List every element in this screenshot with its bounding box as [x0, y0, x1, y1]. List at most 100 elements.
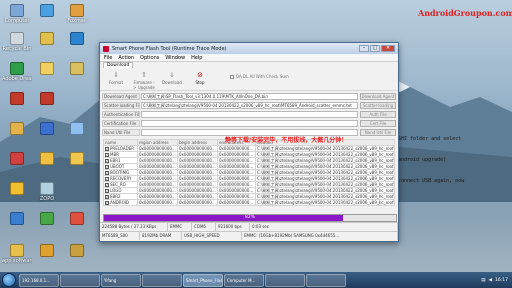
taskbar-item[interactable]: Computer M... [224, 273, 264, 287]
folder-icon [10, 122, 24, 135]
table-row[interactable]: ✓PRELOADER 0x00000000000... 0x00000000000.… [103, 145, 395, 152]
desktop-icon-zopo[interactable]: ZOPO [32, 182, 62, 202]
tab-strip: Download [100, 62, 398, 69]
table-row[interactable]: ✓RECOVERY 0x00000000000... 0x00000000000..… [103, 175, 395, 182]
form-row-scatter: Scatter-loading File C:\刷机工具\ztelang\zte… [100, 101, 398, 110]
desktop-icon[interactable] [62, 244, 92, 258]
taskbar-item[interactable] [306, 273, 346, 287]
menu-help[interactable]: Help [191, 54, 202, 61]
table-row[interactable]: ✓SEC_RO 0x00000000000... 0x00000000000... 0… [103, 181, 395, 188]
desktop-icon[interactable] [32, 4, 62, 18]
format-button[interactable]: ⇓ Format [104, 71, 128, 85]
end-address-cell: 0x0000000000... [217, 193, 256, 200]
table-row[interactable]: ✓LOGO 0x00000000000... 0x00000000000... 0x0… [103, 187, 395, 194]
desktop-icon-dreamweaver[interactable]: Adobe Dreamwea... [2, 62, 32, 82]
partition-checkbox[interactable]: ✓ [105, 177, 109, 181]
computer-icon [10, 4, 24, 17]
desktop-icon[interactable] [32, 244, 62, 258]
minimize-button[interactable]: – [359, 45, 369, 52]
desktop-icon[interactable] [32, 62, 62, 76]
cert-file-button[interactable]: Cert File [360, 120, 396, 127]
auth-file-field[interactable] [141, 111, 358, 118]
taskbar-item[interactable] [265, 273, 305, 287]
background-text: android upgrade) [398, 157, 447, 163]
desktop-icon[interactable] [2, 92, 32, 106]
partition-checkbox[interactable]: ✓ [105, 201, 109, 205]
partition-checkbox[interactable]: ✓ [105, 183, 109, 187]
menu-window[interactable]: Window [165, 54, 185, 61]
taskbar-item[interactable]: 192.168.0.1... [19, 273, 59, 287]
partition-checkbox[interactable]: ✓ [105, 195, 109, 199]
menu-options[interactable]: Options [140, 54, 159, 61]
stop-button[interactable]: ⊘ Stop [188, 71, 212, 85]
desktop-icon[interactable] [62, 32, 92, 46]
desktop-icon[interactable] [2, 212, 32, 226]
folder-icon [10, 244, 24, 257]
desktop-icon[interactable] [62, 152, 92, 166]
partition-checkbox[interactable]: ✓ [105, 189, 109, 193]
close-button[interactable]: ✕ [381, 45, 395, 52]
firmware-upgrade-button[interactable]: ⇑ Firmware -> Upgrade [132, 71, 156, 90]
taskbar-item[interactable] [60, 273, 100, 287]
tab-download[interactable]: Download [103, 62, 134, 68]
desktop-icon[interactable] [62, 122, 92, 136]
desktop-icon[interactable] [32, 92, 62, 106]
window-titlebar[interactable]: Smart Phone Flash Tool (Runtime Trace Mo… [100, 43, 398, 54]
menu-action[interactable]: Action [118, 54, 134, 61]
download-icon: ↓ [169, 71, 175, 79]
table-row[interactable]: ✓MBR 0x00000000000... 0x00000000000... 0x00… [103, 151, 395, 158]
maximize-button[interactable]: □ [370, 45, 380, 52]
network-icon[interactable]: ▤ [481, 278, 485, 283]
table-row[interactable]: ✓UBOOT 0x00000000000... 0x00000000000... 0x… [103, 163, 395, 170]
cert-file-field[interactable] [141, 120, 358, 127]
desktop-icon-computer[interactable]: Computer [2, 4, 32, 24]
desktop-icon-app-software[interactable]: app software [2, 244, 32, 264]
auth-file-button[interactable]: Auth File [360, 111, 396, 118]
desktop-icon[interactable] [2, 152, 32, 166]
partition-checkbox[interactable]: ✓ [105, 171, 109, 175]
partition-checkbox[interactable]: ✓ [105, 153, 109, 157]
volume-icon[interactable]: ◀ [489, 278, 492, 283]
app-icon [70, 212, 84, 225]
desktop-icon[interactable] [62, 62, 92, 76]
menu-file[interactable]: File [104, 54, 112, 61]
partition-checkbox[interactable]: ✓ [105, 147, 109, 151]
app-icon [10, 212, 24, 225]
table-row[interactable]: ✓ANDROID 0x00000000000... 0x00000000000...… [103, 199, 395, 206]
desktop-icon[interactable] [2, 122, 32, 136]
begin-address-cell: 0x00000000000... [177, 169, 218, 176]
partition-checkbox[interactable]: ✓ [105, 159, 109, 163]
background-text: SHI folder and select [398, 136, 462, 142]
scatter-file-field[interactable]: C:\刷机工具\ztelang\ztelang\V9500-04.2013042… [141, 102, 358, 109]
location-cell: C:\刷机工具\ztelang\ztelang\V9500-04.2013042… [255, 193, 395, 200]
desktop-icon[interactable] [32, 152, 62, 166]
table-row[interactable]: ✓BOOTIMG 0x00000000000... 0x00000000000...… [103, 169, 395, 176]
toolbar: ⇓ Format ⇑ Firmware -> Upgrade ↓ Download ⊘… [100, 69, 398, 91]
taskbar-item[interactable] [142, 273, 182, 287]
desktop-icon[interactable] [32, 32, 62, 46]
taskbar-item-flash-tool[interactable]: Smart_Phone_Flash_Tool [183, 273, 223, 287]
status-usb: USB_HIGH_SPEED [182, 232, 242, 240]
download-agent-field[interactable]: C:\刷机工具\SP_Flash_Tool_v3.1304.0.119\MTK_… [141, 93, 358, 100]
download-button[interactable]: ↓ Download [160, 71, 184, 85]
desktop-icon[interactable] [2, 182, 32, 196]
desktop-icon[interactable] [32, 212, 62, 226]
table-row[interactable]: ✓EBR2 0x00000000000... 0x00000000000... 0x0… [103, 193, 395, 200]
start-button[interactable] [2, 273, 16, 287]
region-address-cell: 0x00000000000... [137, 199, 178, 206]
clock[interactable]: 16:17 [495, 278, 508, 283]
download-agent-button[interactable]: Download Agent [360, 93, 396, 100]
da-checksum-checkbox[interactable]: DA DL All With Check Sum [230, 74, 289, 79]
location-cell: C:\刷机工具\ztelang\ztelang\V9500-04.2013042… [255, 157, 395, 164]
region-address-cell: 0x00000000000... [137, 181, 178, 188]
desktop-icon-foxmail[interactable]: Foxmail [62, 4, 92, 24]
nand-util-button[interactable]: Nand Util File [360, 129, 396, 136]
partition-checkbox[interactable]: ✓ [105, 165, 109, 169]
desktop-icon-recycle-bin[interactable]: Recycle Bin [2, 32, 32, 52]
desktop-icon[interactable] [62, 212, 92, 226]
desktop-icon[interactable] [32, 122, 62, 136]
scatter-loading-button[interactable]: Scatter-loading [360, 102, 396, 109]
table-row[interactable]: ✓EBR1 0x00000000000... 0x00000000000... 0x0… [103, 157, 395, 164]
taskbar-item[interactable]: Yifang [101, 273, 141, 287]
app-icon [40, 92, 54, 105]
